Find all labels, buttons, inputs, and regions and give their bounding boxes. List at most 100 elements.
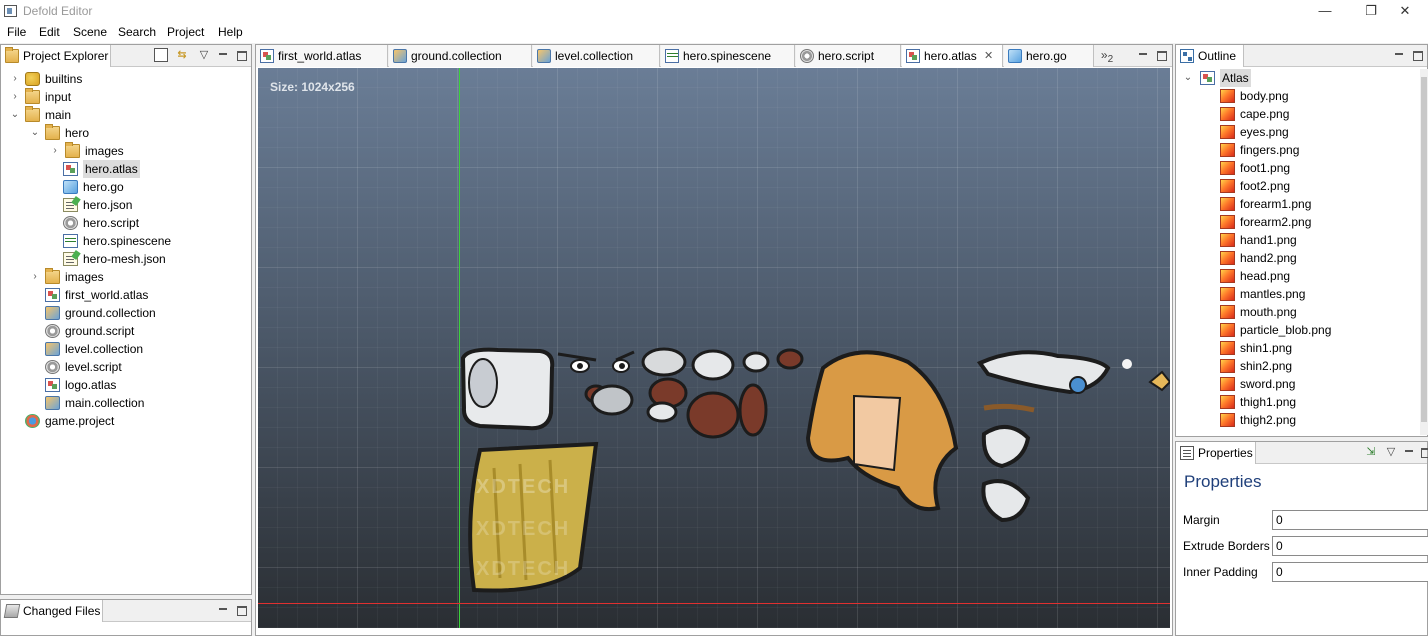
close-tab-icon[interactable]: ✕ bbox=[984, 45, 993, 67]
extrude-borders-input[interactable] bbox=[1272, 536, 1428, 556]
tree-item[interactable]: logo.atlas bbox=[1, 376, 251, 394]
outline-item[interactable]: thigh2.png bbox=[1176, 411, 1420, 429]
maximize-icon[interactable] bbox=[1418, 445, 1428, 459]
tree-item[interactable]: hero.atlas bbox=[1, 160, 251, 178]
tree-item-label: level.script bbox=[65, 360, 122, 374]
tree-item[interactable]: level.script bbox=[1, 358, 251, 376]
atlas-scene-view[interactable]: Size: 1024x256 XDTECH XDTECH XDTECH bbox=[258, 68, 1170, 628]
outline-scrollbar-thumb[interactable] bbox=[1421, 77, 1427, 422]
minimize-window-button[interactable]: — bbox=[1302, 0, 1348, 23]
outline-item[interactable]: thigh1.png bbox=[1176, 393, 1420, 411]
tree-item[interactable]: ⌄ main bbox=[1, 106, 251, 124]
maximize-icon[interactable] bbox=[234, 48, 248, 62]
tree-item[interactable]: main.collection bbox=[1, 394, 251, 412]
minimize-icon[interactable] bbox=[216, 48, 230, 62]
tree-item[interactable]: hero.spinescene bbox=[1, 232, 251, 250]
menu-search[interactable]: Search bbox=[118, 25, 156, 39]
tree-item-label: hero-mesh.json bbox=[83, 252, 166, 266]
tab-outline[interactable]: Outline bbox=[1176, 45, 1244, 67]
tree-item-label: images bbox=[85, 144, 124, 158]
collapse-all-icon[interactable] bbox=[154, 48, 168, 62]
chevron-right-icon[interactable]: › bbox=[9, 70, 21, 88]
menu-file[interactable]: File bbox=[7, 25, 26, 39]
tree-item[interactable]: hero.json bbox=[1, 196, 251, 214]
head-sprite[interactable] bbox=[805, 350, 959, 511]
outline-item[interactable]: mouth.png bbox=[1176, 303, 1420, 321]
body-sprite[interactable] bbox=[460, 347, 555, 431]
outline-item[interactable]: body.png bbox=[1176, 87, 1420, 105]
atlas-icon bbox=[45, 288, 60, 302]
outline-item[interactable]: forearm1.png bbox=[1176, 195, 1420, 213]
editor-tab[interactable]: ground.collection bbox=[389, 45, 532, 67]
chevron-right-icon[interactable]: › bbox=[29, 268, 41, 286]
editor-tab[interactable]: hero.spinescene bbox=[661, 45, 795, 67]
minimize-icon[interactable] bbox=[1136, 48, 1150, 62]
maximize-icon[interactable] bbox=[1154, 48, 1168, 62]
outline-scrollbar[interactable] bbox=[1420, 69, 1428, 435]
tree-item[interactable]: hero.go bbox=[1, 178, 251, 196]
tree-item[interactable]: game.project bbox=[1, 412, 251, 430]
editor-tab[interactable]: level.collection bbox=[533, 45, 660, 67]
menu-project[interactable]: Project bbox=[167, 25, 204, 39]
tab-changed-files[interactable]: Changed Files bbox=[1, 600, 103, 622]
editor-tab[interactable]: hero.atlas ✕ bbox=[902, 45, 1003, 67]
outline-item[interactable]: fingers.png bbox=[1176, 141, 1420, 159]
view-menu-icon[interactable]: ▽ bbox=[197, 48, 211, 62]
tree-item[interactable]: ⌄ hero bbox=[1, 124, 251, 142]
outline-item[interactable]: hand1.png bbox=[1176, 231, 1420, 249]
view-menu-icon[interactable]: ▽ bbox=[1384, 445, 1398, 459]
close-window-button[interactable]: ✕ bbox=[1382, 0, 1428, 23]
chevron-down-icon[interactable]: ⌄ bbox=[29, 124, 41, 142]
eyes-sprite[interactable] bbox=[557, 350, 635, 373]
menu-help[interactable]: Help bbox=[218, 25, 243, 39]
chevron-down-icon[interactable]: ⌄ bbox=[1182, 69, 1194, 87]
editor-tab[interactable]: first_world.atlas bbox=[256, 45, 388, 67]
shin-sprites[interactable] bbox=[981, 403, 1035, 523]
tree-item[interactable]: › images bbox=[1, 142, 251, 160]
margin-input[interactable] bbox=[1272, 510, 1428, 530]
pin-icon[interactable]: ⇲ bbox=[1364, 445, 1378, 459]
outline-root[interactable]: ⌄ Atlas bbox=[1176, 69, 1420, 87]
chevron-right-icon[interactable]: › bbox=[49, 142, 61, 160]
outline-item[interactable]: foot1.png bbox=[1176, 159, 1420, 177]
tab-project-explorer[interactable]: Project Explorer bbox=[1, 45, 111, 67]
menu-edit[interactable]: Edit bbox=[39, 25, 60, 39]
tree-item[interactable]: first_world.atlas bbox=[1, 286, 251, 304]
tree-item[interactable]: ground.script bbox=[1, 322, 251, 340]
outline-item[interactable]: sword.png bbox=[1176, 375, 1420, 393]
outline-item[interactable]: mantles.png bbox=[1176, 285, 1420, 303]
minimize-icon[interactable] bbox=[1392, 48, 1406, 62]
outline-item[interactable]: head.png bbox=[1176, 267, 1420, 285]
outline-item[interactable]: forearm2.png bbox=[1176, 213, 1420, 231]
tree-item[interactable]: › images bbox=[1, 268, 251, 286]
editor-tab[interactable]: hero.go bbox=[1004, 45, 1094, 67]
outline-item[interactable]: hand2.png bbox=[1176, 249, 1420, 267]
tree-item[interactable]: › builtins bbox=[1, 70, 251, 88]
tab-properties[interactable]: Properties bbox=[1176, 442, 1256, 464]
tree-item[interactable]: hero.script bbox=[1, 214, 251, 232]
tree-item[interactable]: ground.collection bbox=[1, 304, 251, 322]
tab-overflow-button[interactable]: »2 bbox=[1096, 48, 1118, 65]
tree-item[interactable]: › input bbox=[1, 88, 251, 106]
image-icon bbox=[1220, 233, 1235, 247]
outline-item[interactable]: shin1.png bbox=[1176, 339, 1420, 357]
tree-item[interactable]: level.collection bbox=[1, 340, 251, 358]
minimize-icon[interactable] bbox=[216, 603, 230, 617]
chevron-down-icon[interactable]: ⌄ bbox=[9, 106, 21, 124]
sword-sprite[interactable] bbox=[976, 350, 1170, 395]
outline-item[interactable]: foot2.png bbox=[1176, 177, 1420, 195]
outline-item[interactable]: cape.png bbox=[1176, 105, 1420, 123]
maximize-icon[interactable] bbox=[1410, 48, 1424, 62]
menu-scene[interactable]: Scene bbox=[73, 25, 107, 39]
minimize-icon[interactable] bbox=[1402, 445, 1416, 459]
atlas-sprites bbox=[460, 347, 1170, 593]
outline-item[interactable]: shin2.png bbox=[1176, 357, 1420, 375]
maximize-icon[interactable] bbox=[234, 603, 248, 617]
link-with-editor-icon[interactable]: ⇆ bbox=[175, 48, 189, 62]
tree-item[interactable]: hero-mesh.json bbox=[1, 250, 251, 268]
outline-item[interactable]: particle_blob.png bbox=[1176, 321, 1420, 339]
chevron-right-icon[interactable]: › bbox=[9, 88, 21, 106]
editor-tab[interactable]: hero.script bbox=[796, 45, 901, 67]
inner-padding-input[interactable] bbox=[1272, 562, 1428, 582]
outline-item[interactable]: eyes.png bbox=[1176, 123, 1420, 141]
